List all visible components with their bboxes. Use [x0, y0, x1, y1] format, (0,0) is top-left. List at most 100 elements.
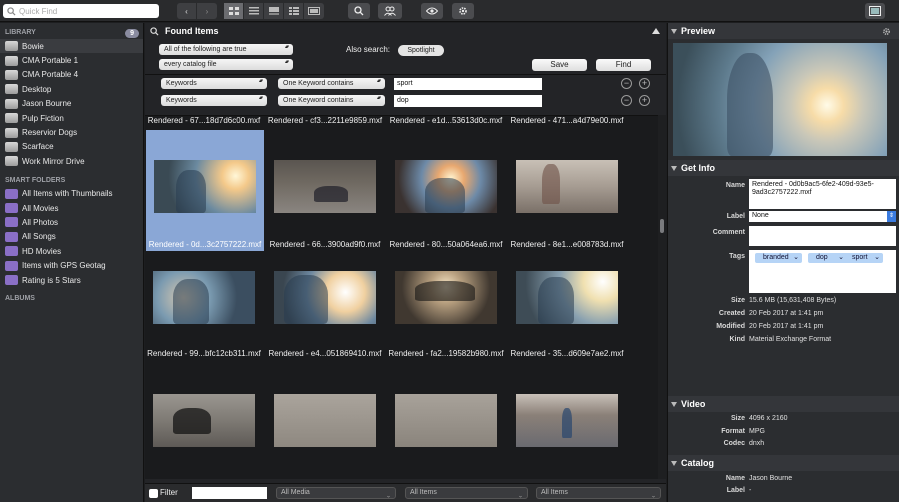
items-select-1[interactable]: All Items: [405, 487, 528, 499]
add-rule-2-button[interactable]: +: [639, 95, 650, 106]
sidebar-item-cma-portable-1[interactable]: CMA Portable 1: [0, 53, 143, 67]
collapse-triangle-icon[interactable]: [652, 28, 660, 34]
spotlight-toggle[interactable]: Spotlight: [398, 45, 444, 56]
sidebar-item-label: Pulp Fiction: [22, 113, 64, 123]
smart-folder-gps[interactable]: Items with GPS Geotag: [0, 258, 143, 272]
rule-1-operator-select[interactable]: One Keyword contains: [278, 78, 385, 89]
created-label: Created: [718, 310, 745, 317]
grid-item[interactable]: Rendered - 80...50a064ea6.mxf: [387, 130, 505, 251]
grid-item[interactable]: [266, 386, 384, 456]
modified-label: Modified: [716, 323, 745, 330]
save-button[interactable]: Save: [532, 59, 587, 71]
sidebar-item-desktop[interactable]: Desktop: [0, 82, 143, 96]
remove-rule-2-button[interactable]: −: [621, 95, 632, 106]
gear-icon[interactable]: [882, 27, 891, 36]
find-button[interactable]: Find: [596, 59, 651, 71]
preview-section-header[interactable]: Preview: [668, 23, 899, 39]
filter-checkbox[interactable]: [149, 489, 158, 498]
smart-folder-5-stars[interactable]: Rating is 5 Stars: [0, 273, 143, 287]
grid-item[interactable]: Rendered - 471...a4d79e00.mxf: [508, 116, 626, 130]
rule-1-value-field[interactable]: sport: [394, 78, 542, 90]
video-section-header[interactable]: Video: [668, 396, 899, 412]
scope-select[interactable]: every catalog file: [159, 59, 293, 70]
grid-item[interactable]: Rendered - 99...bfc12cb311.mxf: [145, 251, 263, 372]
inspector-panel-button[interactable]: [865, 3, 885, 19]
size-value: 15.6 MB (15,631,408 Bytes): [749, 297, 837, 304]
found-items-title: Found Items: [165, 26, 219, 36]
filmstrip-view-button[interactable]: [264, 3, 284, 19]
sidebar-item-label: CMA Portable 4: [22, 70, 79, 80]
grid-item[interactable]: [387, 386, 505, 456]
people-button[interactable]: [378, 3, 402, 19]
grid-item[interactable]: [508, 386, 626, 456]
grid-item[interactable]: Rendered - 35...d609e7ae2.mxf: [508, 251, 626, 372]
grid-view-button[interactable]: [224, 3, 244, 19]
grid-item[interactable]: [145, 386, 263, 456]
label-select[interactable]: None ⇕: [749, 211, 896, 222]
sidebar-item-jason-bourne[interactable]: Jason Bourne: [0, 97, 143, 111]
media-type-select[interactable]: All Media: [276, 487, 396, 499]
sidebar-item-label: Desktop: [22, 84, 52, 94]
list-view-button[interactable]: [244, 3, 264, 19]
preview-title: Preview: [681, 26, 716, 36]
grid-item[interactable]: Rendered - 8e1...e008783d.mxf: [508, 130, 626, 251]
sidebar-item-work-mirror-drive[interactable]: Work Mirror Drive: [0, 154, 143, 168]
smart-folder-movies[interactable]: All Movies: [0, 201, 143, 215]
sidebar-item-reservior-dogs[interactable]: Reservior Dogs: [0, 125, 143, 139]
rule-1-field-select[interactable]: Keywords: [161, 78, 267, 89]
grid-item[interactable]: Rendered - e1d...53613d0c.mxf: [387, 116, 505, 130]
quick-find-field[interactable]: Quick Find: [3, 4, 159, 18]
filter-field[interactable]: [192, 487, 267, 499]
grid-item[interactable]: Rendered - cf3...2211e9859.mxf: [266, 116, 384, 130]
video-thumbnail: [154, 160, 256, 213]
grid-item-selected[interactable]: Rendered - 0d...3c2757222.mxf: [146, 130, 264, 251]
found-items-header: Found Items: [145, 23, 666, 39]
video-thumbnail: [395, 394, 497, 447]
format-value: MPG: [749, 428, 765, 435]
filter-label: Filter: [160, 488, 178, 497]
settings-button[interactable]: [452, 3, 474, 19]
sidebar-item-pulp-fiction[interactable]: Pulp Fiction: [0, 111, 143, 125]
tag-branded[interactable]: branded ⌄: [755, 253, 802, 263]
smart-folder-photos[interactable]: All Photos: [0, 215, 143, 229]
get-info-section-header[interactable]: Get Info: [668, 160, 899, 176]
rule-2-value-field[interactable]: dop: [394, 95, 542, 107]
add-rule-1-button[interactable]: +: [639, 78, 650, 89]
remove-rule-1-button[interactable]: −: [621, 78, 632, 89]
sidebar-item-cma-portable-4[interactable]: CMA Portable 4: [0, 68, 143, 82]
preview-toggle-button[interactable]: [421, 3, 443, 19]
name-field[interactable]: Rendered - 0d0b9ac5-6fe2-409d-93e5-9ad3c…: [749, 179, 896, 209]
sidebar-item-label: All Songs: [22, 232, 56, 242]
rule-2-field-select[interactable]: Keywords: [161, 95, 267, 106]
sidebar-item-scarface[interactable]: Scarface: [0, 140, 143, 154]
smart-folder-icon: [5, 217, 18, 228]
smart-folder-songs[interactable]: All Songs: [0, 230, 143, 244]
columns-view-button[interactable]: [284, 3, 304, 19]
back-button[interactable]: ‹: [177, 3, 197, 19]
grid-item[interactable]: Rendered - fa2...19582b980.mxf: [387, 251, 505, 372]
results-scrollbar[interactable]: [658, 115, 666, 479]
forward-button[interactable]: ›: [197, 3, 217, 19]
tag-sport[interactable]: sport ⌄: [844, 253, 883, 263]
catalog-label-label: Label: [726, 487, 745, 494]
filmstrip-view-icon: [268, 7, 279, 15]
catalog-section-header[interactable]: Catalog: [668, 455, 899, 471]
smart-folder-hd-movies[interactable]: HD Movies: [0, 244, 143, 258]
smart-folder-thumbnails[interactable]: All Items with Thumbnails: [0, 187, 143, 201]
grid-item[interactable]: Rendered - e4...051869410.mxf: [266, 251, 384, 372]
kind-value-wrap: Material Exchange Format: [749, 336, 831, 343]
viewer-button[interactable]: [304, 3, 324, 19]
rule-2-operator-select[interactable]: One Keyword contains: [278, 95, 385, 106]
scrollbar-thumb[interactable]: [660, 219, 664, 233]
items-select-2[interactable]: All Items: [536, 487, 661, 499]
tag-label: branded: [763, 254, 789, 261]
grid-item[interactable]: Rendered - 67...18d7d6c00.mxf: [145, 116, 263, 130]
grid-item[interactable]: Rendered - 66...3900ad9f0.mxf: [266, 130, 384, 251]
disclosure-triangle-icon: [671, 460, 677, 466]
tag-dop[interactable]: dop ⌄: [808, 253, 847, 263]
find-button[interactable]: [348, 3, 370, 19]
match-mode-select[interactable]: All of the following are true: [159, 44, 293, 55]
back-icon: ‹: [185, 6, 188, 16]
comment-field[interactable]: [749, 226, 896, 246]
sidebar-item-bowie[interactable]: Bowie: [0, 39, 143, 54]
